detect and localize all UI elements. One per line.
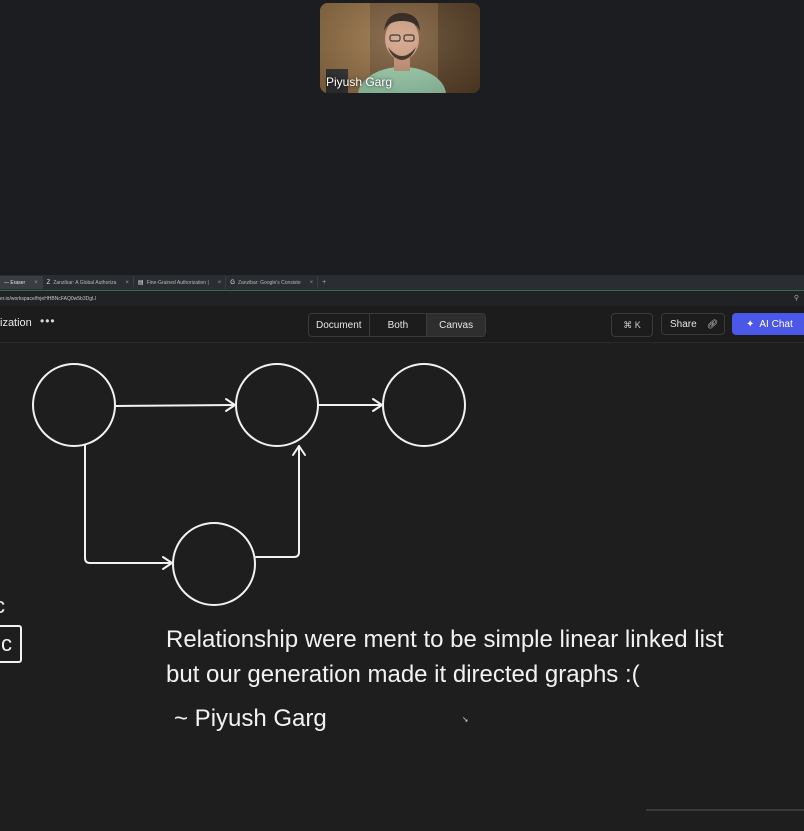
directed-graph-diagram: [32, 363, 466, 606]
new-tab-icon[interactable]: +: [318, 279, 330, 286]
command-palette-button[interactable]: ⌘ K: [611, 313, 653, 337]
app-toolbar: ization ••• Document Both Canvas ⌘ K Sha…: [0, 306, 804, 343]
view-canvas-button[interactable]: Canvas: [427, 314, 486, 336]
canvas-text-line-1[interactable]: Relationship were ment to be simple line…: [166, 626, 724, 654]
edge-a-to-b: [115, 404, 235, 407]
tab-zanzibar-google[interactable]: G Zanzibar: Google's Consiste ×: [226, 276, 319, 289]
edge-a-to-d: [84, 444, 173, 564]
participant-video-tile[interactable]: Piyush Garg: [320, 3, 480, 93]
horizontal-scrollbar[interactable]: [646, 809, 804, 811]
meeting-stage: Piyush Garg: [0, 0, 804, 275]
close-icon[interactable]: ×: [34, 280, 38, 286]
browser-window: — Eraser × Z Zanzibar: A Global Authoriz…: [0, 275, 804, 831]
close-icon[interactable]: ×: [218, 280, 222, 286]
url-text: er.io/workspace/fnjeHHBNcFAQ0w5b3DgLl: [0, 296, 96, 302]
view-switcher: Document Both Canvas: [308, 313, 487, 337]
ai-chat-label: AI Chat: [759, 318, 793, 330]
share-label: Share: [670, 318, 697, 330]
file-title[interactable]: ization: [0, 317, 32, 329]
tab-label: Zanzibar: A Global Authoriza: [53, 279, 117, 286]
partial-left-box: c: [0, 625, 22, 663]
tab-bar: — Eraser × Z Zanzibar: A Global Authoriz…: [0, 275, 804, 290]
graph-node-c: [382, 363, 466, 447]
view-both-button[interactable]: Both: [370, 314, 428, 336]
tab-zanzibar-global[interactable]: Z Zanzibar: A Global Authoriza ×: [43, 276, 134, 289]
graph-node-d: [172, 522, 256, 606]
edge-d-to-b: [255, 445, 300, 558]
tab-label: Fine-Grained Authorization |: [146, 279, 209, 286]
graph-node-b: [235, 363, 319, 447]
zanzibar-favicon-icon: Z: [46, 279, 51, 286]
more-options-button[interactable]: •••: [40, 314, 56, 328]
close-icon[interactable]: ×: [125, 280, 129, 286]
link-icon: 🔗︎: [706, 318, 719, 329]
graph-node-a: [32, 363, 116, 447]
google-favicon-icon: G: [230, 279, 235, 286]
search-icon[interactable]: ⚲: [794, 294, 799, 302]
participant-name: Piyush Garg: [326, 75, 393, 89]
share-button[interactable]: Share 🔗︎: [661, 313, 725, 335]
partial-left-text: c: [0, 593, 5, 619]
tab-label: — Eraser: [4, 279, 26, 286]
tab-fine-grained[interactable]: ▤ Fine-Grained Authorization | ×: [134, 276, 227, 289]
canvas-text-line-2[interactable]: but our generation made it directed grap…: [166, 661, 640, 689]
view-document-button[interactable]: Document: [309, 314, 370, 336]
close-icon[interactable]: ×: [310, 280, 314, 286]
tab-label: Zanzibar: Google's Consiste: [237, 279, 301, 286]
mouse-cursor-icon: ➘: [462, 715, 469, 724]
tab-eraser[interactable]: — Eraser ×: [0, 276, 43, 289]
sparkle-icon: ✦: [746, 318, 755, 330]
doc-icon: ▤: [137, 280, 144, 286]
drawing-canvas[interactable]: c c Relationship were ment to be simple …: [0, 343, 804, 831]
canvas-signature[interactable]: ~ Piyush Garg: [174, 705, 327, 733]
ai-chat-button[interactable]: ✦ AI Chat: [732, 313, 804, 335]
